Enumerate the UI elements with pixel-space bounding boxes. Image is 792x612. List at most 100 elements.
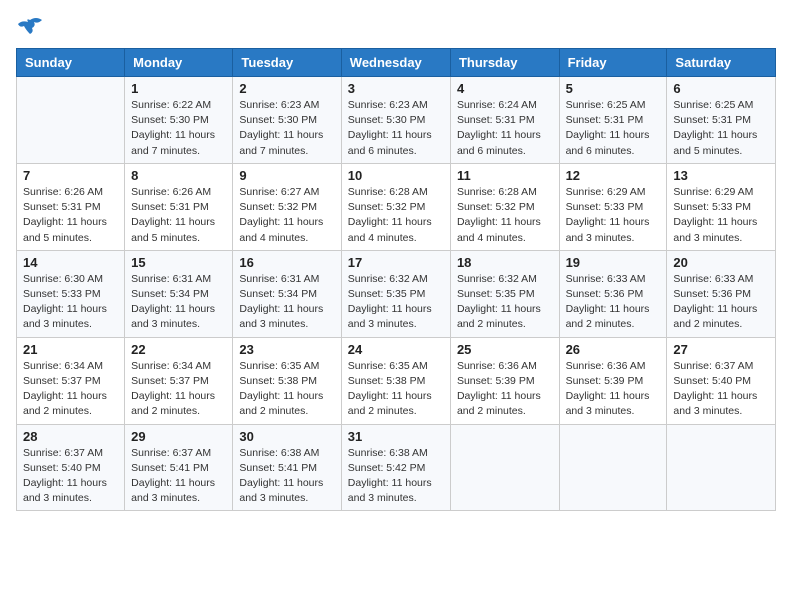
day-info: Sunrise: 6:31 AM Sunset: 5:34 PM Dayligh… — [131, 272, 226, 333]
calendar-cell: 1 Sunrise: 6:22 AM Sunset: 5:30 PM Daylig… — [125, 77, 233, 164]
logo-bird-icon — [16, 16, 44, 40]
calendar-cell: 22 Sunrise: 6:34 AM Sunset: 5:37 PM Dayli… — [125, 337, 233, 424]
calendar-cell: 23 Sunrise: 6:35 AM Sunset: 5:38 PM Dayli… — [233, 337, 341, 424]
day-info: Sunrise: 6:35 AM Sunset: 5:38 PM Dayligh… — [239, 359, 334, 420]
calendar-cell: 4 Sunrise: 6:24 AM Sunset: 5:31 PM Daylig… — [450, 77, 559, 164]
day-info: Sunrise: 6:23 AM Sunset: 5:30 PM Dayligh… — [239, 98, 334, 159]
day-info: Sunrise: 6:24 AM Sunset: 5:31 PM Dayligh… — [457, 98, 553, 159]
day-info: Sunrise: 6:37 AM Sunset: 5:40 PM Dayligh… — [673, 359, 769, 420]
calendar-cell: 31Sunrise: 6:38 AM Sunset: 5:42 PM Dayli… — [341, 424, 450, 511]
day-number: 10 — [348, 168, 444, 183]
calendar-cell: 2 Sunrise: 6:23 AM Sunset: 5:30 PM Daylig… — [233, 77, 341, 164]
day-number: 25 — [457, 342, 553, 357]
day-number: 27 — [673, 342, 769, 357]
day-info: Sunrise: 6:29 AM Sunset: 5:33 PM Dayligh… — [566, 185, 661, 246]
day-info: Sunrise: 6:31 AM Sunset: 5:34 PM Dayligh… — [239, 272, 334, 333]
calendar-cell: 13Sunrise: 6:29 AM Sunset: 5:33 PM Dayli… — [667, 163, 776, 250]
calendar-week-row: 21 Sunrise: 6:34 AM Sunset: 5:37 PM Dayli… — [17, 337, 776, 424]
day-info: Sunrise: 6:26 AM Sunset: 5:31 PM Dayligh… — [23, 185, 118, 246]
calendar-body: 1 Sunrise: 6:22 AM Sunset: 5:30 PM Daylig… — [17, 77, 776, 511]
calendar-cell: 5 Sunrise: 6:25 AM Sunset: 5:31 PM Daylig… — [559, 77, 667, 164]
day-info: Sunrise: 6:22 AM Sunset: 5:30 PM Dayligh… — [131, 98, 226, 159]
day-number: 24 — [348, 342, 444, 357]
day-number: 20 — [673, 255, 769, 270]
calendar-cell: 11 Sunrise: 6:28 AM Sunset: 5:32 PM Dayli… — [450, 163, 559, 250]
calendar-cell: 26 Sunrise: 6:36 AM Sunset: 5:39 PM Dayli… — [559, 337, 667, 424]
day-number: 14 — [23, 255, 118, 270]
weekday-header-wednesday: Wednesday — [341, 49, 450, 77]
day-number: 4 — [457, 81, 553, 96]
day-number: 7 — [23, 168, 118, 183]
calendar-header-row: SundayMondayTuesdayWednesdayThursdayFrid… — [17, 49, 776, 77]
calendar-table: SundayMondayTuesdayWednesdayThursdayFrid… — [16, 48, 776, 511]
day-info: Sunrise: 6:33 AM Sunset: 5:36 PM Dayligh… — [673, 272, 769, 333]
calendar-cell: 3 Sunrise: 6:23 AM Sunset: 5:30 PM Daylig… — [341, 77, 450, 164]
day-info: Sunrise: 6:28 AM Sunset: 5:32 PM Dayligh… — [348, 185, 444, 246]
day-info: Sunrise: 6:26 AM Sunset: 5:31 PM Dayligh… — [131, 185, 226, 246]
calendar-cell: 16 Sunrise: 6:31 AM Sunset: 5:34 PM Dayli… — [233, 250, 341, 337]
day-number: 30 — [239, 429, 334, 444]
calendar-cell: 9Sunrise: 6:27 AM Sunset: 5:32 PM Daylig… — [233, 163, 341, 250]
day-number: 1 — [131, 81, 226, 96]
day-number: 19 — [566, 255, 661, 270]
calendar-cell: 8Sunrise: 6:26 AM Sunset: 5:31 PM Daylig… — [125, 163, 233, 250]
day-info: Sunrise: 6:35 AM Sunset: 5:38 PM Dayligh… — [348, 359, 444, 420]
calendar-cell: 27 Sunrise: 6:37 AM Sunset: 5:40 PM Dayli… — [667, 337, 776, 424]
day-info: Sunrise: 6:30 AM Sunset: 5:33 PM Dayligh… — [23, 272, 118, 333]
day-info: Sunrise: 6:34 AM Sunset: 5:37 PM Dayligh… — [23, 359, 118, 420]
calendar-cell: 6 Sunrise: 6:25 AM Sunset: 5:31 PM Daylig… — [667, 77, 776, 164]
calendar-week-row: 7 Sunrise: 6:26 AM Sunset: 5:31 PM Daylig… — [17, 163, 776, 250]
calendar-cell: 20 Sunrise: 6:33 AM Sunset: 5:36 PM Dayli… — [667, 250, 776, 337]
calendar-cell: 7 Sunrise: 6:26 AM Sunset: 5:31 PM Daylig… — [17, 163, 125, 250]
calendar-week-row: 14 Sunrise: 6:30 AM Sunset: 5:33 PM Dayli… — [17, 250, 776, 337]
day-number: 22 — [131, 342, 226, 357]
day-info: Sunrise: 6:37 AM Sunset: 5:40 PM Dayligh… — [23, 446, 118, 507]
day-number: 28 — [23, 429, 118, 444]
calendar-cell: 28 Sunrise: 6:37 AM Sunset: 5:40 PM Dayli… — [17, 424, 125, 511]
calendar-cell: 30 Sunrise: 6:38 AM Sunset: 5:41 PM Dayli… — [233, 424, 341, 511]
day-info: Sunrise: 6:25 AM Sunset: 5:31 PM Dayligh… — [566, 98, 661, 159]
day-info: Sunrise: 6:34 AM Sunset: 5:37 PM Dayligh… — [131, 359, 226, 420]
calendar-cell: 25 Sunrise: 6:36 AM Sunset: 5:39 PM Dayli… — [450, 337, 559, 424]
day-number: 26 — [566, 342, 661, 357]
calendar-cell — [17, 77, 125, 164]
calendar-cell: 18 Sunrise: 6:32 AM Sunset: 5:35 PM Dayli… — [450, 250, 559, 337]
day-number: 17 — [348, 255, 444, 270]
day-info: Sunrise: 6:33 AM Sunset: 5:36 PM Dayligh… — [566, 272, 661, 333]
calendar-cell — [450, 424, 559, 511]
day-number: 16 — [239, 255, 334, 270]
day-info: Sunrise: 6:28 AM Sunset: 5:32 PM Dayligh… — [457, 185, 553, 246]
day-number: 11 — [457, 168, 553, 183]
day-info: Sunrise: 6:23 AM Sunset: 5:30 PM Dayligh… — [348, 98, 444, 159]
calendar-cell: 29Sunrise: 6:37 AM Sunset: 5:41 PM Dayli… — [125, 424, 233, 511]
calendar-cell — [559, 424, 667, 511]
calendar-cell: 24 Sunrise: 6:35 AM Sunset: 5:38 PM Dayli… — [341, 337, 450, 424]
day-number: 6 — [673, 81, 769, 96]
weekday-header-sunday: Sunday — [17, 49, 125, 77]
day-number: 5 — [566, 81, 661, 96]
calendar-week-row: 28 Sunrise: 6:37 AM Sunset: 5:40 PM Dayli… — [17, 424, 776, 511]
day-info: Sunrise: 6:32 AM Sunset: 5:35 PM Dayligh… — [457, 272, 553, 333]
day-info: Sunrise: 6:25 AM Sunset: 5:31 PM Dayligh… — [673, 98, 769, 159]
calendar-cell: 21 Sunrise: 6:34 AM Sunset: 5:37 PM Dayli… — [17, 337, 125, 424]
day-number: 29 — [131, 429, 226, 444]
weekday-header-saturday: Saturday — [667, 49, 776, 77]
calendar-cell: 17Sunrise: 6:32 AM Sunset: 5:35 PM Dayli… — [341, 250, 450, 337]
calendar-cell — [667, 424, 776, 511]
day-number: 2 — [239, 81, 334, 96]
weekday-header-thursday: Thursday — [450, 49, 559, 77]
day-number: 21 — [23, 342, 118, 357]
day-number: 3 — [348, 81, 444, 96]
day-info: Sunrise: 6:36 AM Sunset: 5:39 PM Dayligh… — [566, 359, 661, 420]
day-info: Sunrise: 6:38 AM Sunset: 5:41 PM Dayligh… — [239, 446, 334, 507]
day-number: 9 — [239, 168, 334, 183]
day-number: 12 — [566, 168, 661, 183]
day-info: Sunrise: 6:36 AM Sunset: 5:39 PM Dayligh… — [457, 359, 553, 420]
calendar-week-row: 1 Sunrise: 6:22 AM Sunset: 5:30 PM Daylig… — [17, 77, 776, 164]
logo — [16, 16, 48, 40]
day-number: 23 — [239, 342, 334, 357]
weekday-header-friday: Friday — [559, 49, 667, 77]
day-number: 18 — [457, 255, 553, 270]
day-info: Sunrise: 6:29 AM Sunset: 5:33 PM Dayligh… — [673, 185, 769, 246]
calendar-cell: 19 Sunrise: 6:33 AM Sunset: 5:36 PM Dayli… — [559, 250, 667, 337]
